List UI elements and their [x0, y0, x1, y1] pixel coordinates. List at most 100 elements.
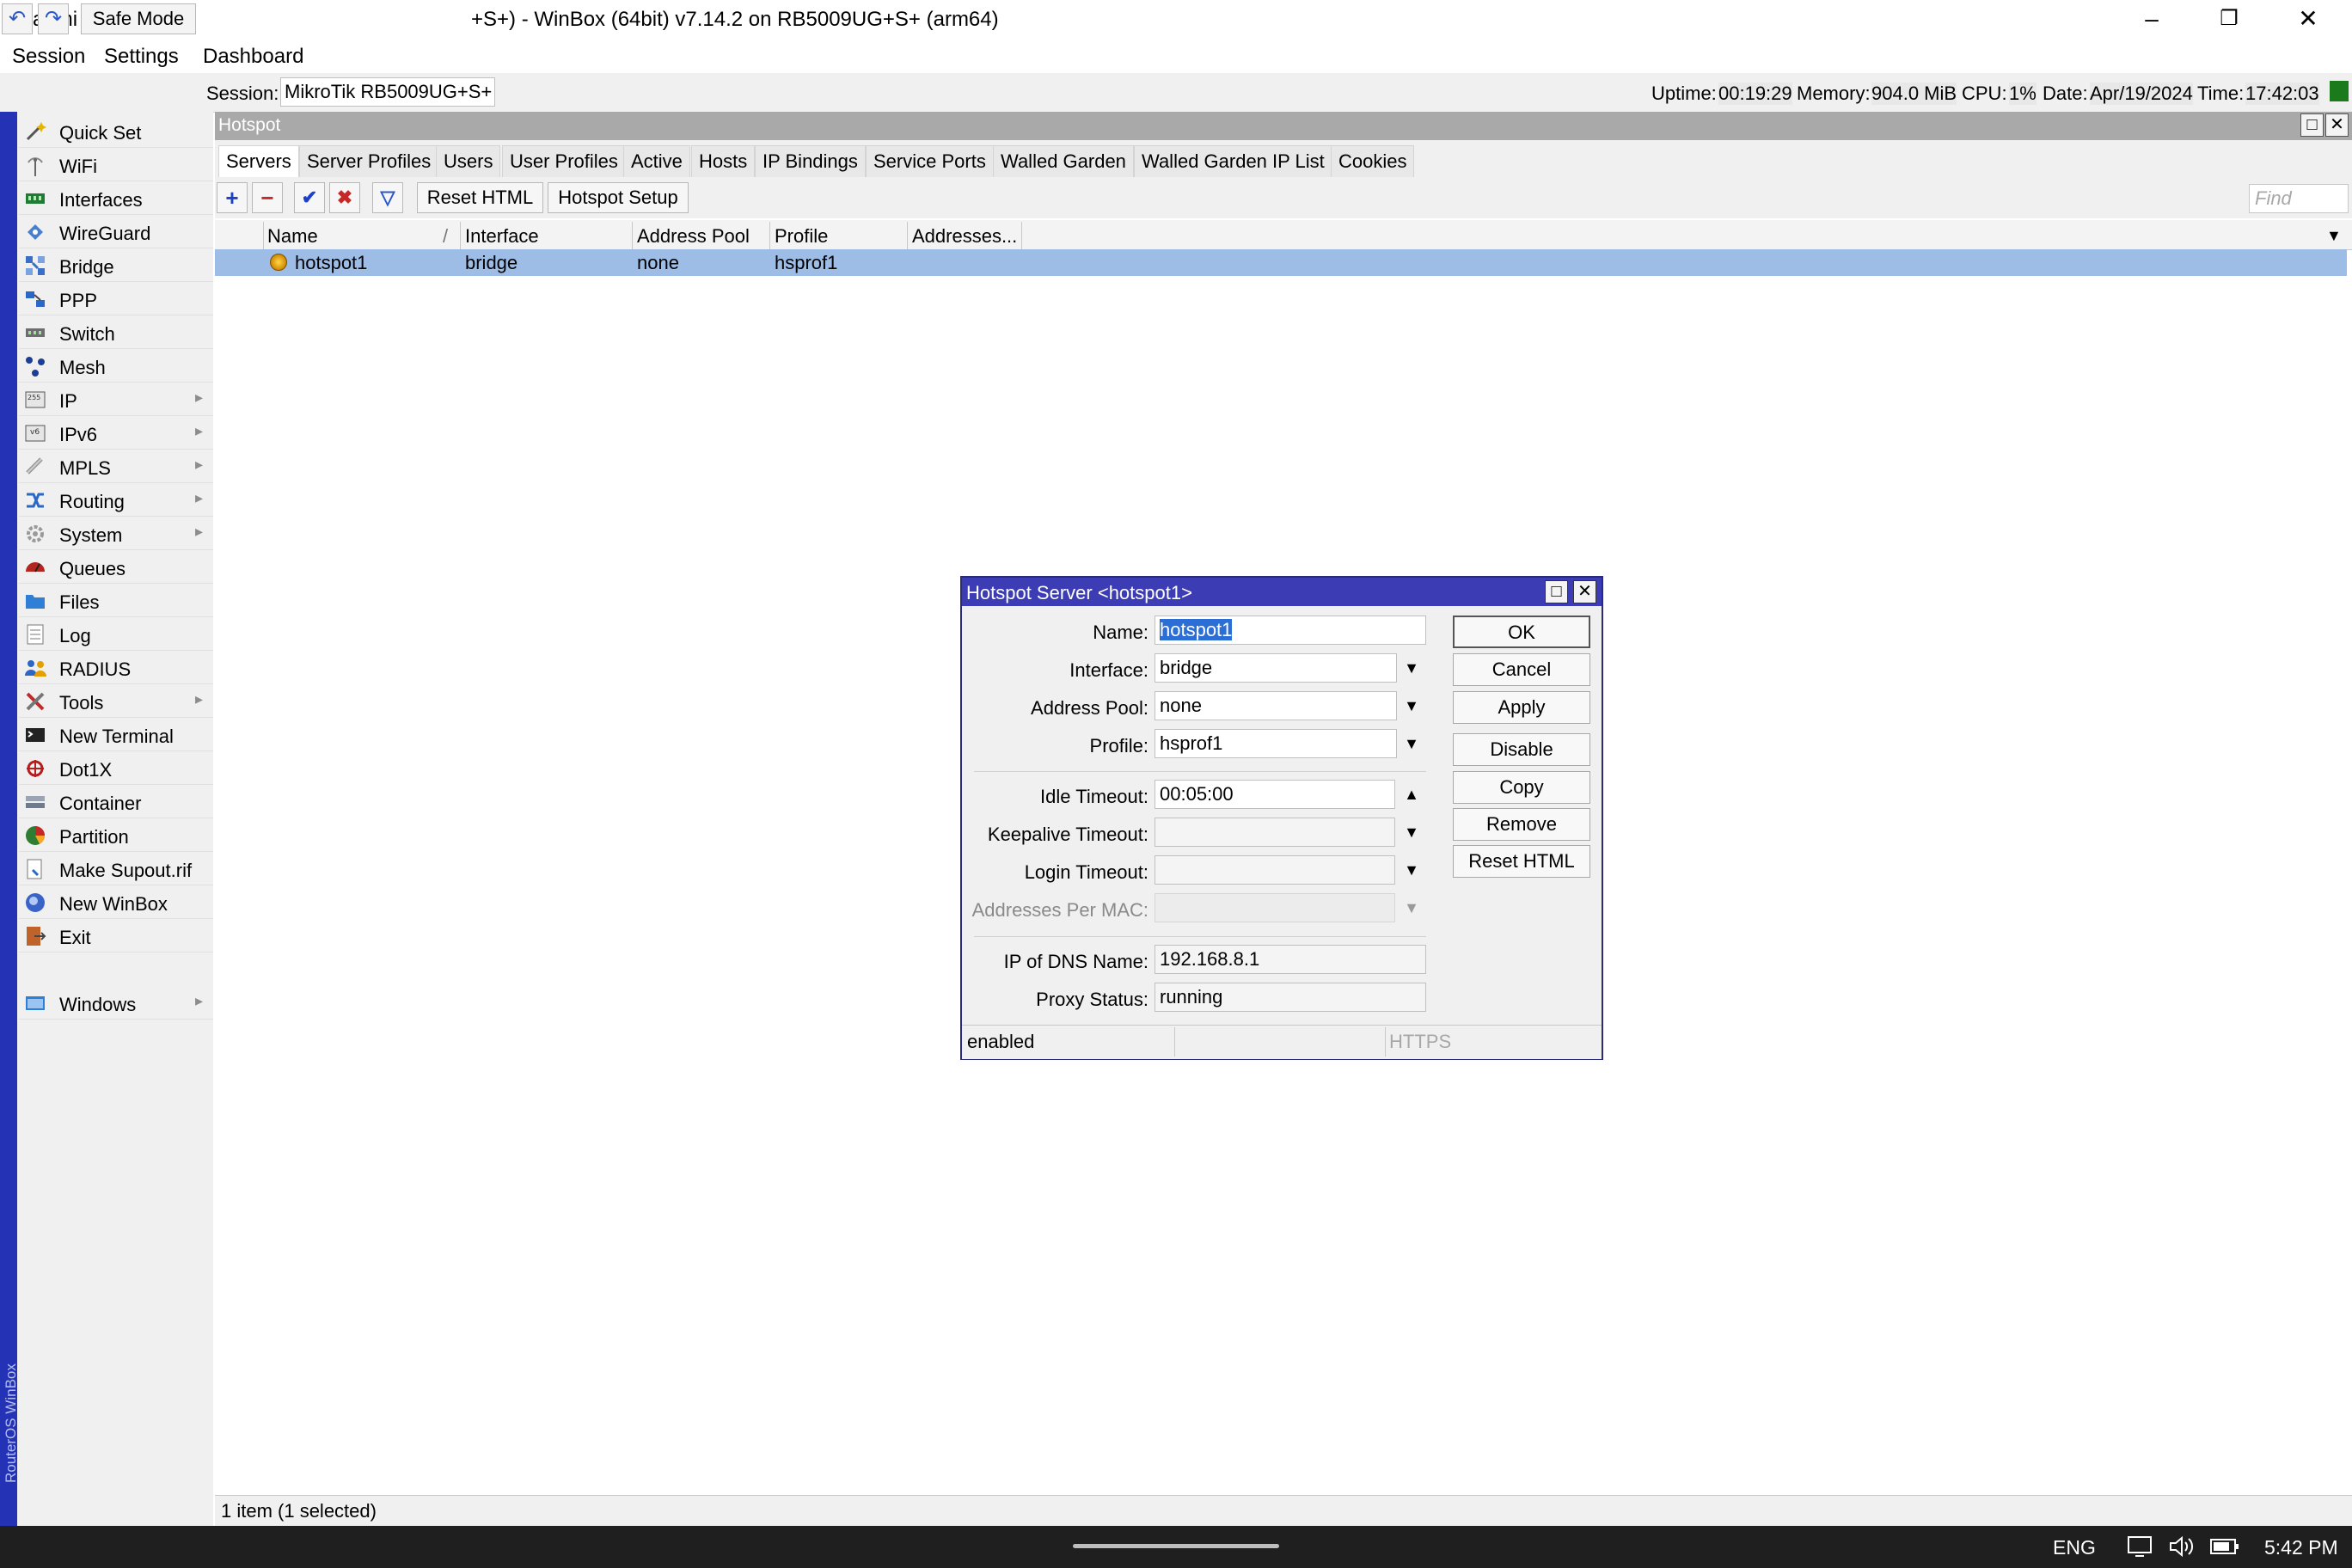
sidebar-item-container[interactable]: Container — [19, 786, 213, 818]
close-icon[interactable]: ✕ — [2269, 0, 2347, 39]
filter-icon[interactable]: ▽ — [372, 182, 403, 213]
tab-users[interactable]: Users — [436, 145, 501, 177]
sidebar-item-log[interactable]: Log — [19, 618, 213, 651]
sidebar-item-ip[interactable]: 255 IP ▸ — [19, 383, 213, 416]
close-icon[interactable]: ✕ — [1573, 580, 1596, 603]
sidebar-item-windows[interactable]: Windows ▸ — [19, 987, 213, 1020]
reset-html-button[interactable]: Reset HTML — [1453, 845, 1590, 878]
window-title: +S+) - WinBox (64bit) v7.14.2 on RB5009U… — [471, 8, 999, 31]
menu-settings[interactable]: Settings — [104, 45, 179, 69]
sidebar-item-files[interactable]: Files — [19, 585, 213, 617]
redo-icon[interactable]: ↷ — [38, 3, 69, 34]
tab-service-ports[interactable]: Service Ports — [866, 145, 994, 177]
sidebar-item-quick-set[interactable]: Quick Set — [19, 115, 213, 148]
copy-button[interactable]: Copy — [1453, 771, 1590, 804]
sidebar-item-queues[interactable]: Queues — [19, 551, 213, 584]
disable-icon[interactable]: ✖ — [329, 182, 360, 213]
sidebar-item-mesh[interactable]: Mesh — [19, 350, 213, 383]
column-header-address-pool[interactable]: Address Pool — [637, 225, 750, 248]
login-timeout-field[interactable] — [1155, 855, 1395, 885]
remove-icon[interactable]: − — [252, 182, 283, 213]
tab-hosts[interactable]: Hosts — [691, 145, 756, 177]
reset-html-button[interactable]: Reset HTML — [417, 182, 543, 213]
sidebar-item-interfaces[interactable]: Interfaces — [19, 182, 213, 215]
proxy-status-label: Proxy Status: — [1036, 989, 1148, 1010]
sidebar-item-switch[interactable]: Switch — [19, 316, 213, 349]
name-field[interactable]: hotspot1 — [1155, 616, 1426, 645]
sidebar-item-radius[interactable]: RADIUS — [19, 652, 213, 684]
enable-icon[interactable]: ✔ — [294, 182, 325, 213]
sidebar-item-make-supout[interactable]: Make Supout.rif — [19, 853, 213, 885]
tab-servers[interactable]: Servers — [218, 145, 299, 177]
sidebar-item-new-winbox[interactable]: New WinBox — [19, 886, 213, 919]
tab-cookies[interactable]: Cookies — [1331, 145, 1415, 177]
sidebar-item-wireguard[interactable]: WireGuard — [19, 216, 213, 248]
sidebar-item-ipv6[interactable]: v6 IPv6 ▸ — [19, 417, 213, 450]
sidebar-item-bridge[interactable]: Bridge — [19, 249, 213, 282]
menu-bar — [0, 39, 2352, 73]
volume-icon[interactable] — [2168, 1534, 2197, 1559]
remove-button[interactable]: Remove — [1453, 808, 1590, 841]
session-field[interactable]: MikroTik RB5009UG+S+ — [280, 77, 495, 107]
sidebar-item-system[interactable]: System ▸ — [19, 518, 213, 550]
sidebar-item-label: Partition — [59, 826, 129, 848]
menu-session[interactable]: Session — [12, 45, 85, 69]
sidebar-item-wifi[interactable]: WiFi — [19, 149, 213, 181]
address-pool-select[interactable]: none — [1155, 691, 1397, 720]
queues-icon — [26, 562, 45, 573]
dropdown-icon[interactable]: ▼ — [1400, 729, 1423, 758]
sidebar-item-tools[interactable]: Tools ▸ — [19, 685, 213, 718]
column-header-profile[interactable]: Profile — [775, 225, 828, 248]
collapse-up-icon[interactable]: ▲ — [1400, 780, 1423, 809]
disable-button[interactable]: Disable — [1453, 733, 1590, 766]
tab-active[interactable]: Active — [623, 145, 690, 177]
cancel-button[interactable]: Cancel — [1453, 653, 1590, 686]
sidebar-item-new-terminal[interactable]: New Terminal — [19, 719, 213, 751]
expand-down-icon[interactable]: ▼ — [1400, 855, 1423, 885]
dropdown-icon[interactable]: ▼ — [1400, 653, 1423, 683]
ok-button[interactable]: OK — [1453, 616, 1590, 648]
interface-select[interactable]: bridge — [1155, 653, 1397, 683]
expand-down-icon[interactable]: ▼ — [1400, 818, 1423, 847]
close-icon[interactable]: ✕ — [2325, 113, 2349, 137]
tab-user-profiles[interactable]: User Profiles — [502, 145, 626, 177]
idle-timeout-field[interactable]: 00:05:00 — [1155, 780, 1395, 809]
partition-icon — [26, 826, 45, 845]
clock[interactable]: 5:42 PM — [2264, 1536, 2338, 1559]
sidebar-item-exit[interactable]: Exit — [19, 920, 213, 952]
hotspot-window-titlebar[interactable] — [215, 112, 2352, 140]
tab-walled-garden-ip-list[interactable]: Walled Garden IP List — [1134, 145, 1332, 177]
undo-icon[interactable]: ↶ — [2, 3, 33, 34]
restore-icon[interactable]: ❐ — [2190, 0, 2268, 39]
table-row[interactable] — [215, 249, 2347, 276]
tab-ip-bindings[interactable]: IP Bindings — [755, 145, 866, 177]
dropdown-icon[interactable]: ▼ — [1400, 691, 1423, 720]
add-icon[interactable]: + — [217, 182, 248, 213]
safe-mode-button[interactable]: Safe Mode — [81, 3, 196, 34]
tab-walled-garden[interactable]: Walled Garden — [993, 145, 1134, 177]
maximize-icon[interactable]: □ — [2300, 113, 2324, 137]
display-icon[interactable] — [2127, 1534, 2156, 1559]
keepalive-timeout-field[interactable] — [1155, 818, 1395, 847]
hotspot-setup-button[interactable]: Hotspot Setup — [548, 182, 689, 213]
apply-button[interactable]: Apply — [1453, 691, 1590, 724]
sidebar-item-routing[interactable]: Routing ▸ — [19, 484, 213, 517]
profile-select[interactable]: hsprof1 — [1155, 729, 1397, 758]
sidebar-item-dot1x[interactable]: Dot1X — [19, 752, 213, 785]
language-indicator[interactable]: ENG — [2053, 1536, 2096, 1559]
column-menu-icon[interactable]: ▼ — [2326, 227, 2342, 245]
maximize-icon[interactable]: □ — [1545, 580, 1568, 603]
tab-server-profiles[interactable]: Server Profiles — [299, 145, 439, 177]
sidebar-item-mpls[interactable]: MPLS ▸ — [19, 450, 213, 483]
battery-icon[interactable] — [2209, 1535, 2240, 1558]
sidebar-item-partition[interactable]: Partition — [19, 819, 213, 852]
find-input[interactable]: Find — [2249, 184, 2349, 213]
column-header-interface[interactable]: Interface — [465, 225, 539, 248]
column-header-name[interactable]: Name — [267, 225, 318, 248]
sidebar-item-ppp[interactable]: PPP — [19, 283, 213, 315]
taskbar-handle[interactable] — [1073, 1544, 1279, 1548]
minimize-icon[interactable]: – — [2113, 0, 2190, 39]
menu-dashboard[interactable]: Dashboard — [203, 45, 303, 69]
column-header-addresses[interactable]: Addresses... — [912, 225, 1017, 248]
submenu-arrow-icon: ▸ — [194, 422, 203, 439]
